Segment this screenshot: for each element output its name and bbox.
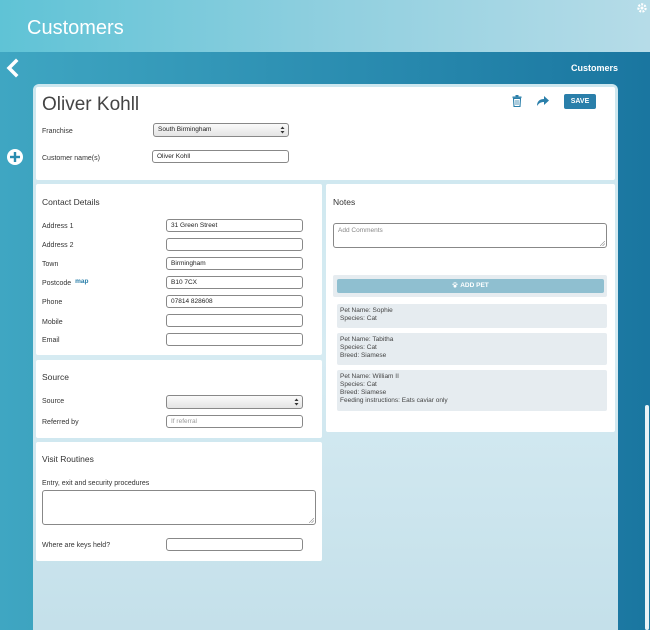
add-pet-label: ADD PET — [460, 282, 489, 289]
franchise-label: Franchise — [42, 128, 73, 135]
postcode-label-text: Postcode — [42, 280, 72, 287]
phone-label: Phone — [42, 299, 63, 306]
notes-textarea[interactable]: Add Comments — [333, 223, 607, 248]
contact-details-title: Contact Details — [42, 197, 100, 207]
entry-exit-textarea[interactable] — [42, 490, 316, 525]
source-select[interactable] — [166, 395, 303, 409]
save-button[interactable]: SAVE — [564, 94, 596, 109]
referred-by-input[interactable]: If referral — [166, 415, 303, 428]
franchise-select[interactable]: South Birmingham — [153, 123, 289, 137]
mobile-input[interactable] — [166, 314, 303, 327]
pet-card[interactable]: Pet Name: Sophie Species: Cat — [337, 304, 607, 328]
pet-line: Species: Cat — [340, 344, 377, 351]
plus-circle-icon[interactable] — [6, 148, 24, 166]
share-arrow-icon[interactable] — [536, 95, 550, 107]
customer-name-label: Customer name(s) — [42, 155, 100, 162]
address2-label: Address 2 — [42, 242, 74, 249]
pet-line: Feeding instructions: Eats caviar only — [340, 397, 448, 404]
source-card: Source Source Referred by If referral — [36, 360, 322, 438]
source-title: Source — [42, 372, 69, 382]
email-label: Email — [42, 337, 60, 344]
referred-by-label: Referred by — [42, 419, 79, 426]
pet-card[interactable]: Pet Name: Tabitha Species: Cat Breed: Si… — [337, 333, 607, 365]
address1-label: Address 1 — [42, 223, 74, 230]
pet-line: Breed: Siamese — [340, 389, 387, 396]
source-label: Source — [42, 398, 65, 405]
pet-line: Pet Name: Tabitha — [340, 336, 394, 343]
map-link[interactable]: map — [75, 278, 88, 285]
mobile-label: Mobile — [42, 319, 63, 326]
contact-details-card: Contact Details Address 1 31 Green Stree… — [36, 184, 322, 355]
select-arrows-icon — [280, 126, 285, 134]
town-input[interactable]: Birmingham — [166, 257, 303, 270]
gear-icon[interactable] — [636, 2, 648, 14]
resize-grip-icon[interactable] — [600, 241, 605, 246]
customer-name-input[interactable]: Oliver Kohll — [152, 150, 289, 163]
resize-grip-icon[interactable] — [309, 518, 314, 523]
select-arrows-icon — [294, 398, 299, 406]
visit-routines-card: Visit Routines Entry, exit and security … — [36, 442, 322, 561]
pet-line: Breed: Siamese — [340, 352, 387, 359]
email-input[interactable] — [166, 333, 303, 346]
pet-line: Species: Cat — [340, 381, 377, 388]
address2-input[interactable] — [166, 238, 303, 251]
postcode-label: Postcode map — [42, 278, 89, 287]
page-title: Oliver Kohll — [42, 94, 140, 115]
pet-line: Species: Cat — [340, 315, 377, 322]
postcode-input[interactable]: B10 7CX — [166, 276, 303, 289]
keys-held-label: Where are keys held? — [42, 542, 111, 549]
pet-line: Pet Name: William II — [340, 373, 399, 380]
phone-input[interactable]: 07814 828608 — [166, 295, 303, 308]
visit-routines-title: Visit Routines — [42, 454, 94, 464]
pet-line: Pet Name: Sophie — [340, 307, 393, 314]
app-title: Customers — [27, 17, 124, 39]
add-pet-button[interactable]: ADD PET — [337, 279, 604, 293]
address1-input[interactable]: 31 Green Street — [166, 219, 303, 232]
scrollbar[interactable] — [645, 405, 649, 630]
back-chevron-icon[interactable] — [4, 58, 20, 78]
breadcrumb[interactable]: Customers — [540, 63, 618, 73]
notes-title: Notes — [333, 197, 356, 207]
keys-held-input[interactable] — [166, 538, 303, 551]
customer-header-card: Oliver Kohll SAVE Franchise South Birmin… — [36, 87, 615, 180]
notes-placeholder: Add Comments — [338, 227, 383, 234]
top-bar: Customers — [0, 0, 650, 52]
town-label: Town — [42, 261, 59, 268]
entry-exit-label: Entry, exit and security procedures — [42, 480, 150, 487]
trash-icon[interactable] — [512, 95, 522, 107]
pet-card[interactable]: Pet Name: William II Species: Cat Breed:… — [337, 370, 607, 411]
paw-icon — [452, 282, 458, 288]
franchise-value: South Birmingham — [158, 126, 212, 133]
